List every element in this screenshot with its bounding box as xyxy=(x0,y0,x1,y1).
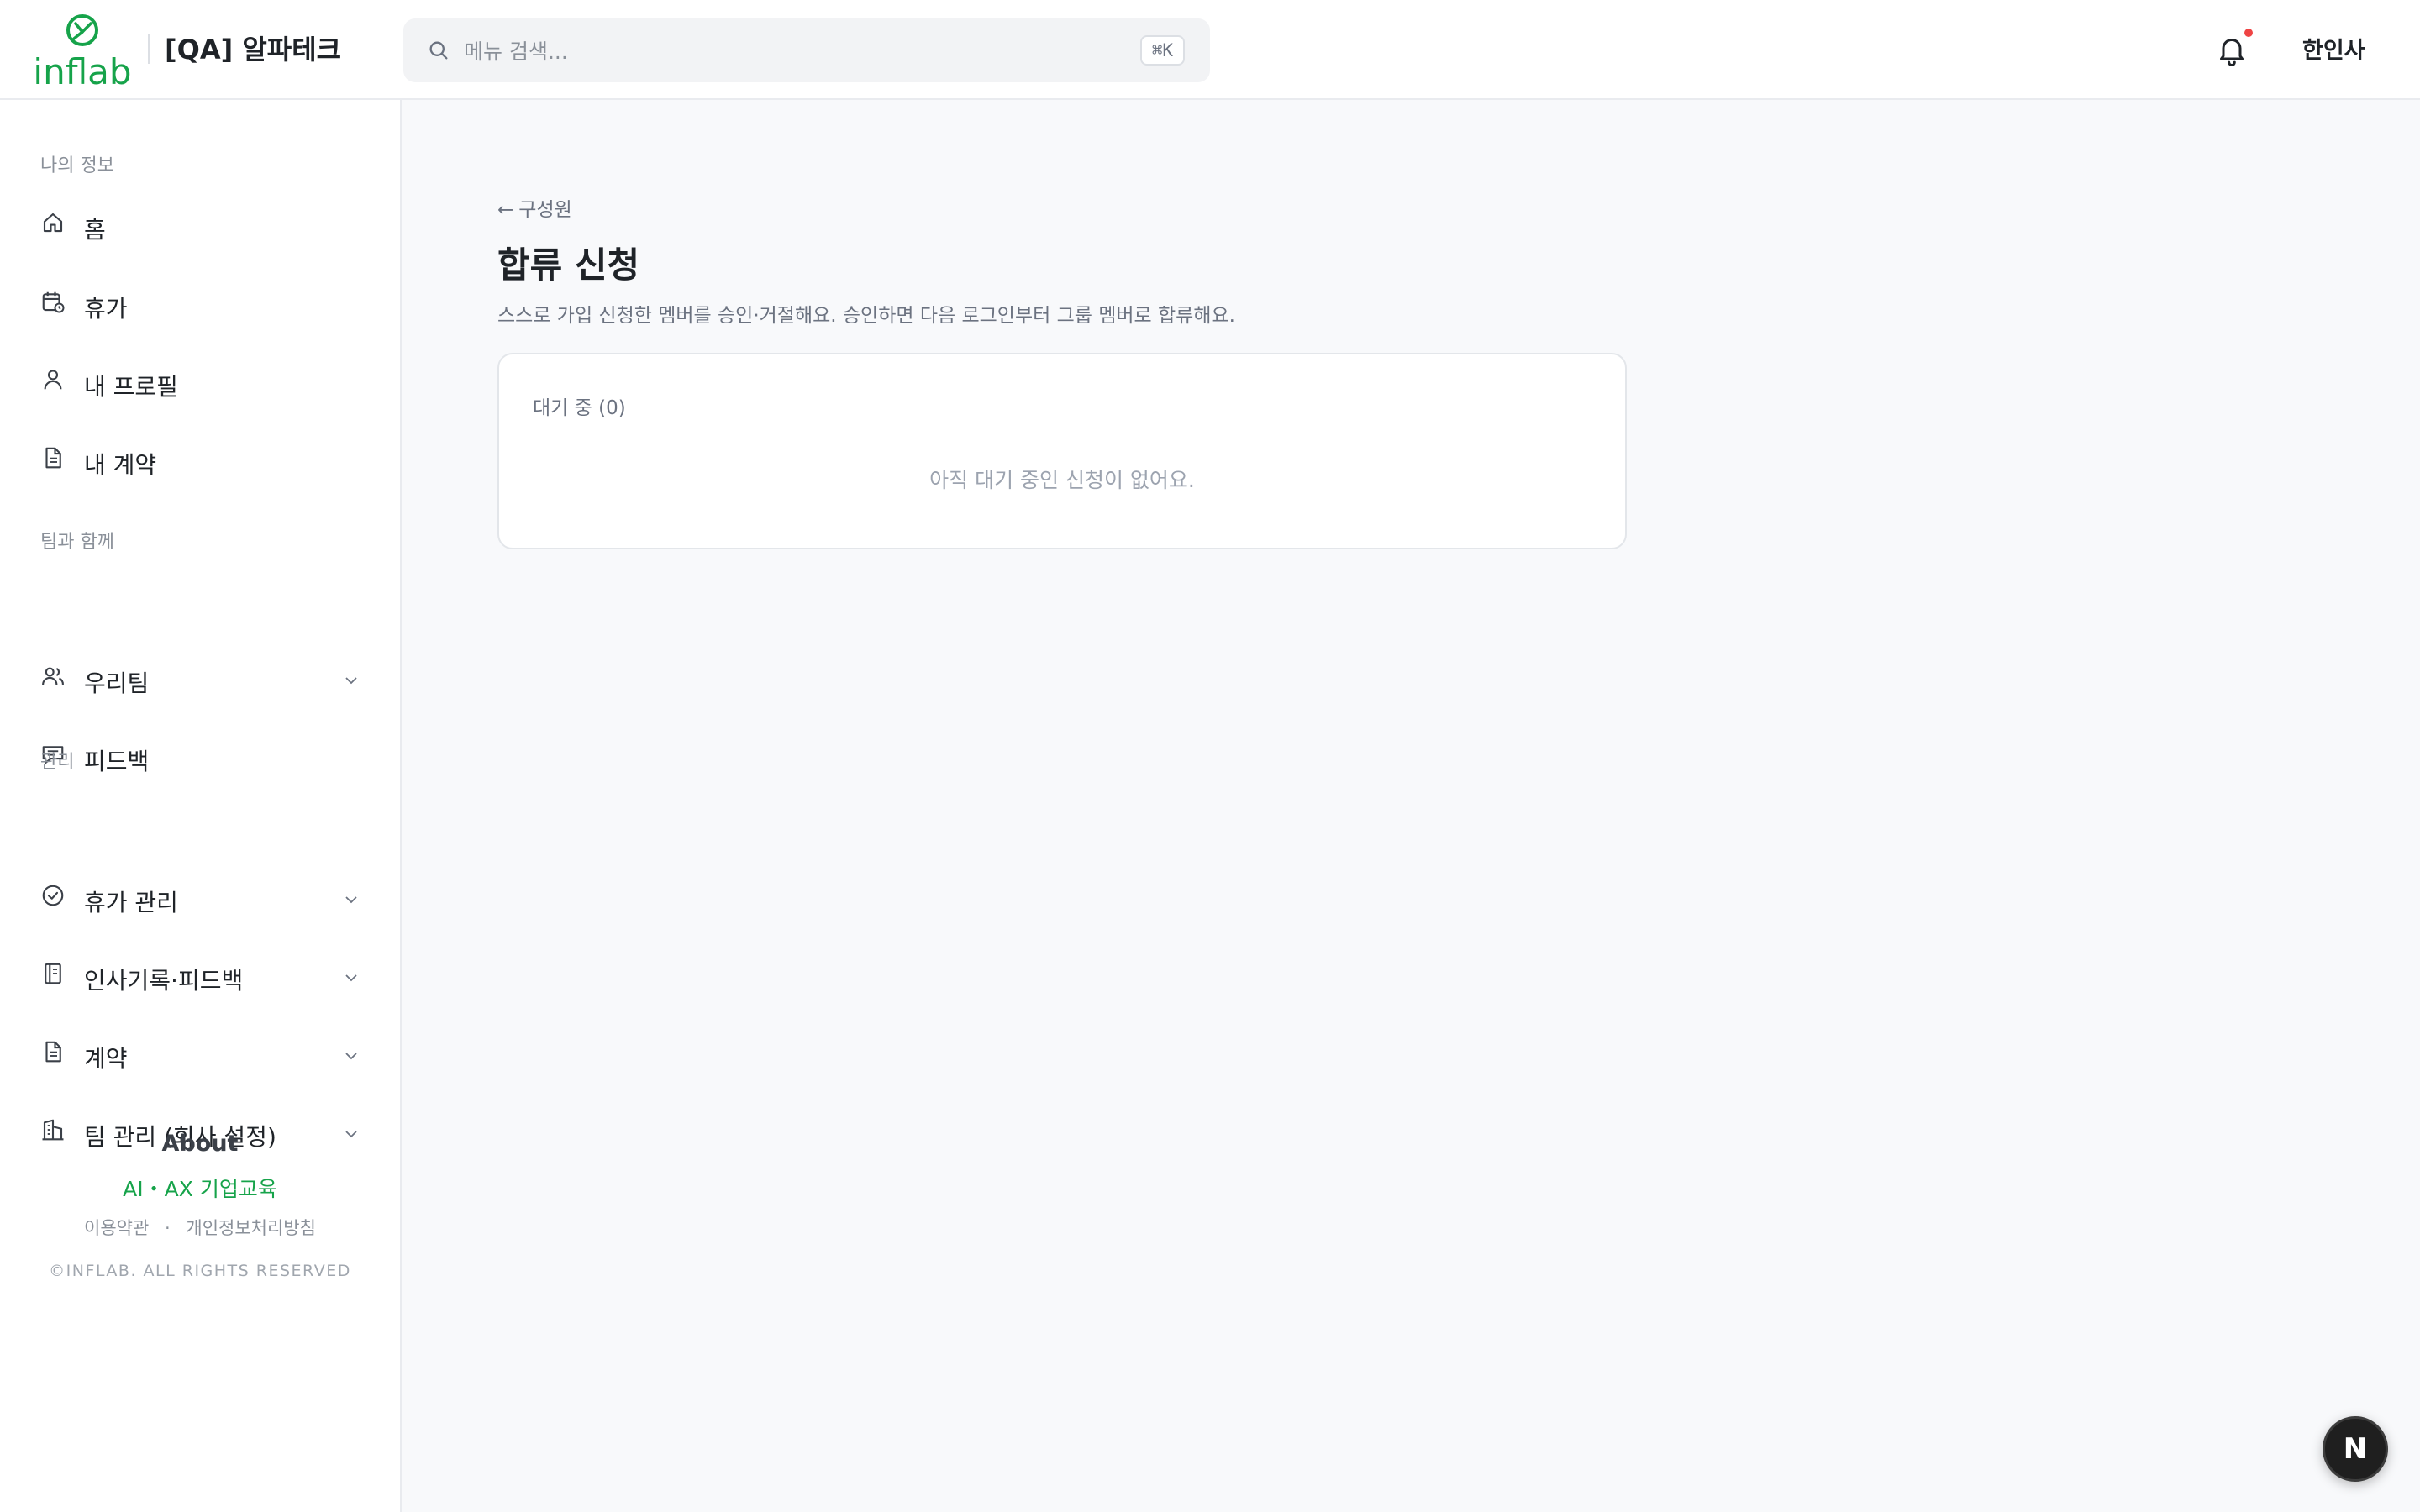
back-link-label: 구성원 xyxy=(518,199,572,221)
sidebar-item-my-contract[interactable]: 내 계약 xyxy=(24,432,378,491)
document-icon xyxy=(40,1039,66,1064)
top-header: inflab [QA] 알파테크 메뉴 검색... ⌘K 한인사 xyxy=(0,0,2420,100)
inflab-logo[interactable]: inflab xyxy=(32,13,133,92)
page-description: 스스로 가입 신청한 멤버를 승인·거절해요. 승인하면 다음 로그인부터 그룹… xyxy=(497,305,1235,327)
chevron-down-icon xyxy=(345,677,357,685)
sidebar-item-vacation[interactable]: 휴가 xyxy=(24,276,378,334)
sidebar-item-our-team[interactable]: 우리팀 xyxy=(24,650,378,709)
user-menu[interactable]: 한인사 xyxy=(2302,32,2365,65)
check-circle-icon xyxy=(40,883,66,908)
legal-links: 이용약관 · 개인정보처리방침 xyxy=(0,1215,400,1240)
chevron-down-icon xyxy=(345,974,357,982)
section-label-with-team: 팀과 함께 xyxy=(40,532,114,553)
logo-icon: inflab xyxy=(33,14,132,92)
sidebar-item-my-profile[interactable]: 내 프로필 xyxy=(24,354,378,412)
search-placeholder: 메뉴 검색... xyxy=(464,39,568,64)
sidebar-item-home[interactable]: 홈 xyxy=(24,197,378,255)
privacy-policy-link[interactable]: 개인정보처리방침 xyxy=(186,1215,316,1240)
about-title: About xyxy=(161,1131,239,1157)
section-label-my-info: 나의 정보 xyxy=(40,155,114,176)
user-icon xyxy=(40,367,66,392)
menu-search[interactable]: 메뉴 검색... ⌘K xyxy=(403,18,1210,82)
calendar-clock-icon xyxy=(40,289,66,314)
notebook-icon xyxy=(40,961,66,986)
sidebar-item-label: 휴가 xyxy=(84,295,128,323)
copyright-text: ©INFLAB. ALL RIGHTS RESERVED xyxy=(49,1262,351,1280)
notification-dot xyxy=(2244,29,2253,37)
sidebar-item-contracts[interactable]: 계약 xyxy=(24,1026,378,1084)
svg-text:inflab: inflab xyxy=(33,51,131,89)
sidebar: 나의 정보 홈 휴가 내 프로필 내 계약 팀과 함께 우리팀 피드백 관리 휴… xyxy=(0,100,402,1512)
bell-icon[interactable] xyxy=(2215,34,2249,67)
arrow-left-icon: ← xyxy=(497,199,514,221)
chevron-down-icon xyxy=(345,896,357,904)
sidebar-item-label: 계약 xyxy=(84,1045,128,1073)
back-to-members-link[interactable]: ← 구성원 xyxy=(497,193,572,222)
search-shortcut-badge: ⌘K xyxy=(1139,35,1185,66)
section-label-management: 관리 xyxy=(40,752,75,773)
organization-name[interactable]: [QA] 알파테크 xyxy=(165,29,341,67)
ai-ax-education-link[interactable]: AI・AX 기업교육 xyxy=(0,1173,400,1203)
sidebar-item-label: 내 프로필 xyxy=(84,373,178,401)
empty-state-message: 아직 대기 중인 신청이 없어요. xyxy=(929,468,1195,492)
sidebar-item-label: 우리팀 xyxy=(84,669,150,697)
sidebar-item-label: 인사기록·피드백 xyxy=(84,967,244,995)
pending-requests-card: 대기 중 (0) 아직 대기 중인 신청이 없어요. xyxy=(497,353,1627,549)
users-icon xyxy=(40,664,66,689)
sidebar-item-vacation-management[interactable]: 휴가 관리 xyxy=(24,869,378,928)
sidebar-item-label: 피드백 xyxy=(84,748,150,775)
sidebar-item-label: 내 계약 xyxy=(84,451,157,479)
sidebar-item-feedback[interactable]: 피드백 xyxy=(24,728,378,787)
sidebar-item-hr-records[interactable]: 인사기록·피드백 xyxy=(24,948,378,1006)
brand-divider xyxy=(148,34,150,64)
legal-separator: · xyxy=(165,1218,171,1238)
terms-link[interactable]: 이용약관 xyxy=(84,1215,149,1240)
home-icon xyxy=(40,210,66,235)
chevron-down-icon xyxy=(345,1053,357,1060)
page-title: 합류 신청 xyxy=(497,244,640,286)
nextjs-dev-tools-button[interactable]: N xyxy=(2323,1416,2388,1482)
search-icon xyxy=(429,41,448,60)
document-icon xyxy=(40,445,66,470)
sidebar-item-label: 홈 xyxy=(84,216,106,244)
pending-count-label: 대기 중 (0) xyxy=(533,397,626,419)
sidebar-item-label: 휴가 관리 xyxy=(84,889,178,916)
